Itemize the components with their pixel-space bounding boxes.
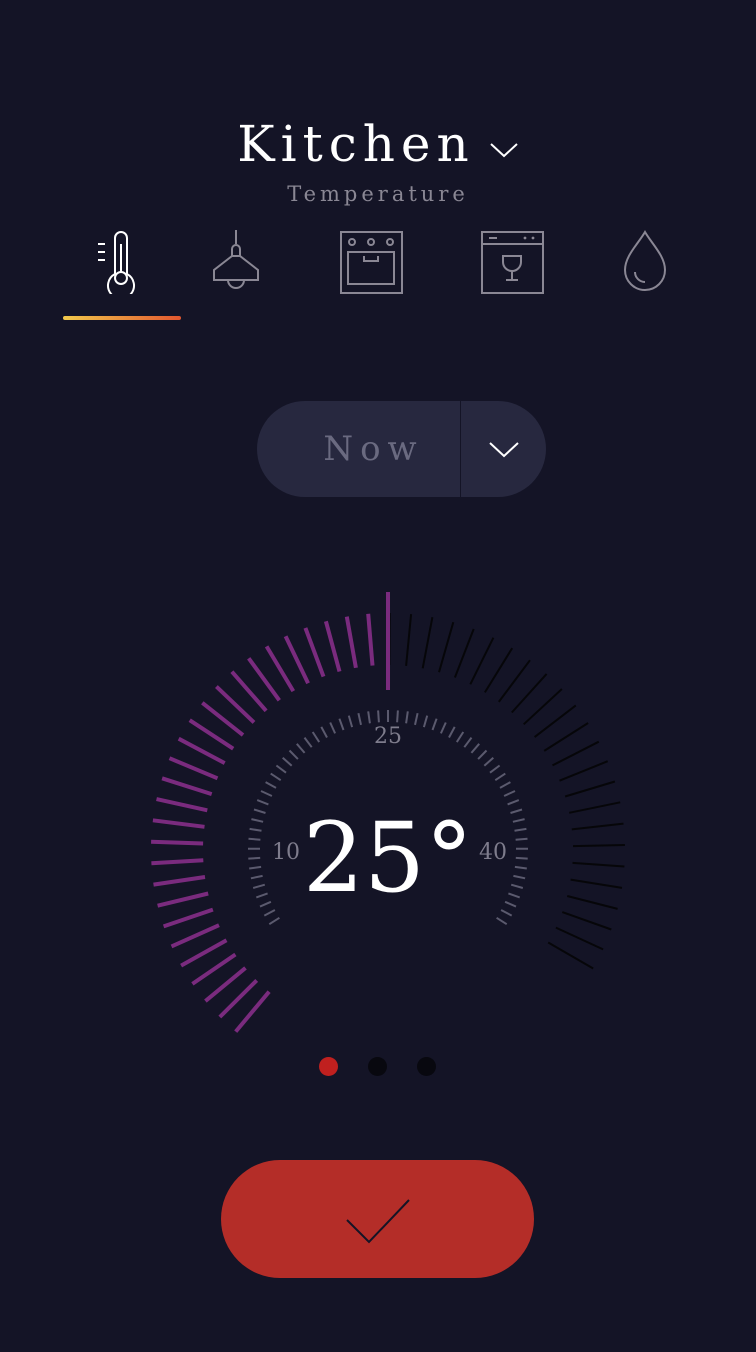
dial-scale-tick: [448, 726, 456, 738]
dial-scale-tick: [248, 856, 261, 860]
dial-scale-tick: [405, 711, 409, 724]
dial-scale-tick: [268, 916, 280, 926]
dial-outer-tick: [497, 659, 531, 703]
dial-outer-tick: [151, 839, 204, 846]
dial-scale-tick: [396, 710, 399, 723]
dial-scale-tick: [347, 715, 354, 728]
checkmark-icon: [345, 1199, 410, 1244]
page-dot-3[interactable]: [417, 1057, 436, 1076]
page-dot-2[interactable]: [368, 1057, 387, 1076]
dial-scale-tick: [377, 710, 380, 723]
dial-scale-tick: [489, 764, 501, 774]
dial-scale-tick: [439, 722, 447, 734]
dial-outer-tick: [564, 780, 616, 798]
dial-scale-tick: [514, 827, 527, 832]
dial-outer-tick: [177, 736, 226, 765]
dial-outer-tick: [572, 844, 625, 848]
dial-outer-tick: [453, 628, 475, 678]
dial-scale-tick: [275, 764, 287, 774]
dial-outer-tick: [283, 635, 310, 685]
dial-outer-tick: [543, 722, 589, 752]
dial-scale-tick: [270, 772, 282, 782]
dial-outer-tick: [264, 645, 296, 693]
dial-scale-tick: [422, 715, 429, 728]
dial-outer-tick: [570, 878, 623, 889]
dial-outer-tick: [157, 891, 209, 908]
dial-scale-tick: [515, 856, 528, 860]
dial-scale-tick: [455, 731, 465, 743]
dial-outer-tick: [552, 740, 600, 767]
dial-scale-tick: [499, 781, 511, 789]
dial-scale-tick: [320, 726, 328, 738]
dial-scale-tick: [260, 790, 273, 797]
dial-outer-tick: [162, 907, 214, 929]
dial-outer-tick: [469, 637, 495, 685]
dial-outer-tick: [170, 923, 220, 949]
dial-outer-tick: [156, 797, 208, 813]
dial-outer-tick: [151, 858, 204, 866]
dial-outer-tick: [405, 614, 413, 666]
dial-outer-tick: [572, 861, 625, 868]
dial-outer-tick: [566, 895, 618, 910]
dial-outer-tick: [161, 776, 213, 797]
dial-outer-tick: [303, 627, 326, 678]
dial-scale-tick: [288, 749, 299, 760]
dial-scale-tick: [431, 718, 438, 731]
dial-scale-tick: [463, 736, 473, 748]
dial-outer-tick: [555, 926, 604, 951]
scale-label-min: 10: [272, 840, 300, 865]
dial-scale-tick: [248, 837, 261, 841]
dial-outer-tick: [438, 621, 455, 673]
dial-scale-tick: [414, 712, 419, 726]
dial-scale-tick: [503, 790, 516, 797]
dial-scale-tick: [311, 731, 321, 743]
dial-outer-tick: [152, 818, 205, 829]
dial-outer-tick: [153, 875, 206, 887]
scale-label-max: 40: [479, 840, 507, 865]
dial-outer-tick: [568, 801, 621, 814]
dial-scale-tick: [483, 757, 494, 767]
dial-scale-tick: [515, 837, 528, 841]
dial-scale-tick: [265, 781, 277, 789]
dial-scale-tick: [357, 712, 362, 726]
dial-outer-tick: [571, 822, 624, 831]
confirm-button[interactable]: [221, 1160, 534, 1278]
dial-scale-tick: [282, 757, 293, 767]
dial-scale-tick: [514, 865, 527, 870]
dial-scale-tick: [477, 749, 488, 760]
dial-outer-tick: [484, 647, 514, 693]
dial-scale-tick: [296, 743, 306, 754]
dial-outer-tick: [323, 620, 342, 673]
dial-outer-tick: [533, 704, 577, 738]
dial-outer-tick: [366, 613, 375, 666]
dial-scale-tick: [494, 772, 506, 782]
dial-outer-tick: [547, 941, 594, 970]
dial-outer-tick: [559, 760, 609, 782]
scale-label-mid: 25: [374, 724, 402, 749]
dial-outer-tick: [344, 616, 358, 669]
dial-outer-tick: [180, 938, 228, 968]
dial-outer-tick: [561, 911, 612, 931]
page-dot-1[interactable]: [319, 1057, 338, 1076]
dial-scale-tick: [338, 718, 345, 731]
dial-scale-tick: [496, 916, 508, 926]
dial-scale-tick: [329, 722, 337, 734]
dial-scale-tick: [470, 743, 480, 754]
thermostat-dial[interactable]: [0, 0, 756, 1352]
dial-outer-tick: [168, 756, 219, 781]
dial-scale-tick: [367, 711, 371, 724]
dial-scale-tick: [303, 736, 313, 748]
dial-outer-tick: [421, 617, 434, 669]
